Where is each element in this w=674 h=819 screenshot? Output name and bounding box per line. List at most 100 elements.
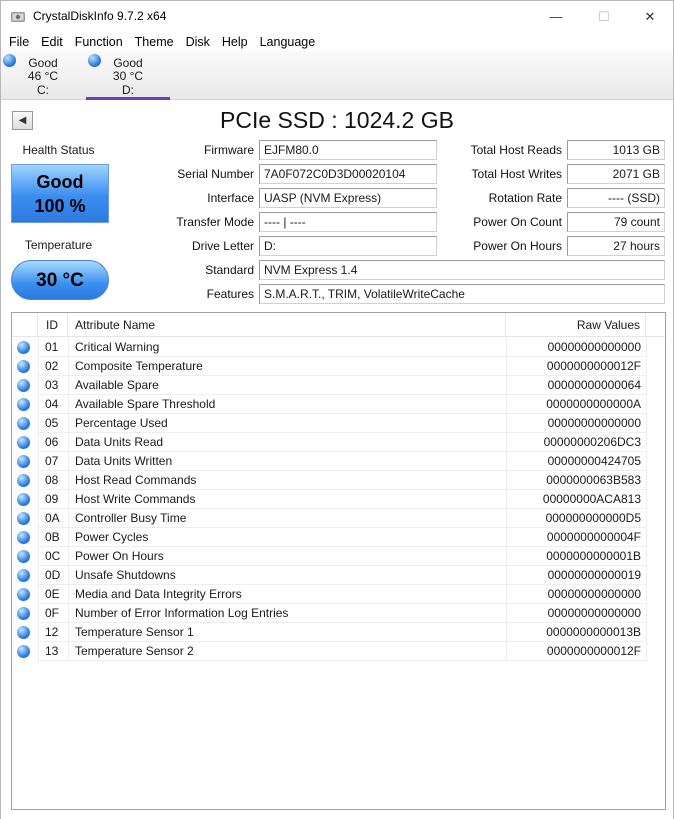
table-row[interactable]: 02 Composite Temperature 0000000000012F — [12, 357, 665, 376]
status-ball-icon — [17, 341, 30, 354]
grid-line — [506, 376, 507, 395]
disk-tab-d[interactable]: Good 30 °C D: — [86, 51, 170, 100]
serial-field: 7A0F072C0D3D00020104 — [259, 164, 437, 184]
table-row[interactable]: 0B Power Cycles 0000000000004F — [12, 528, 665, 547]
menu-bar: File Edit Function Theme Disk Help Langu… — [1, 32, 673, 51]
status-ball-icon — [17, 379, 30, 392]
status-ball-icon — [17, 626, 30, 639]
menu-disk[interactable]: Disk — [180, 32, 216, 51]
table-row[interactable]: 04 Available Spare Threshold 0000000000000… — [12, 395, 665, 414]
table-row[interactable]: 0E Media and Data Integrity Errors 0000000… — [12, 585, 665, 604]
maximize-button[interactable]: ☐ — [581, 1, 627, 32]
total-host-reads-label: Total Host Reads — [470, 143, 562, 157]
menu-edit[interactable]: Edit — [35, 32, 69, 51]
close-button[interactable]: ✕ — [627, 1, 673, 32]
header-attribute-name[interactable]: Attribute Name — [68, 313, 506, 337]
firmware-field: EJFM80.0 — [259, 140, 437, 160]
table-row[interactable]: 0F Number of Error Information Log Entrie… — [12, 604, 665, 623]
grid-line — [506, 547, 507, 566]
header-raw-values[interactable]: Raw Values — [506, 313, 646, 337]
attribute-id: 0D — [45, 568, 61, 582]
attribute-id: 12 — [45, 625, 59, 639]
attribute-name: Data Units Written — [75, 454, 173, 468]
grid-line — [506, 642, 507, 661]
attribute-raw-value: 0000000000013B — [546, 625, 641, 639]
table-row[interactable]: 08 Host Read Commands 0000000063B583 — [12, 471, 665, 490]
grid-line — [506, 357, 507, 376]
transfer-mode-field: ---- | ---- — [259, 212, 437, 232]
interface-label: Interface — [207, 191, 254, 205]
grid-line — [506, 471, 507, 490]
grid-line — [646, 452, 647, 471]
status-ball-icon — [17, 398, 30, 411]
grid-line — [38, 338, 39, 357]
attribute-id: 05 — [45, 416, 59, 430]
health-status-badge[interactable]: Good 100 % — [11, 164, 109, 223]
firmware-label: Firmware — [204, 143, 254, 157]
grid-line — [646, 414, 647, 433]
table-row[interactable]: 09 Host Write Commands 00000000ACA813 — [12, 490, 665, 509]
table-header: ID Attribute Name Raw Values — [12, 313, 665, 337]
attribute-id: 08 — [45, 473, 59, 487]
table-row[interactable]: 0C Power On Hours 0000000000001B — [12, 547, 665, 566]
grid-line — [68, 623, 69, 642]
attribute-name: Temperature Sensor 1 — [75, 625, 194, 639]
grid-line — [38, 471, 39, 490]
grid-line — [646, 642, 647, 661]
transfer-mode-label: Transfer Mode — [176, 215, 254, 229]
table-row[interactable]: 01 Critical Warning 00000000000000 — [12, 338, 665, 357]
grid-line — [646, 376, 647, 395]
grid-line — [68, 376, 69, 395]
health-percent: 100 % — [34, 196, 86, 216]
menu-language[interactable]: Language — [254, 32, 322, 51]
menu-theme[interactable]: Theme — [129, 32, 180, 51]
attribute-raw-value: 0000000000012F — [546, 644, 641, 658]
table-row[interactable]: 0D Unsafe Shutdowns 00000000000019 — [12, 566, 665, 585]
attribute-raw-value: 00000000000000 — [547, 587, 641, 601]
menu-file[interactable]: File — [3, 32, 35, 51]
table-row[interactable]: 05 Percentage Used 00000000000000 — [12, 414, 665, 433]
disk-tab-c[interactable]: Good 46 °C C: — [1, 51, 85, 100]
disk-title: PCIe SSD : 1024.2 GB — [220, 107, 454, 133]
title-bar: CrystalDiskInfo 9.7.2 x64 — ☐ ✕ — [1, 1, 673, 32]
grid-line — [506, 528, 507, 547]
grid-line — [68, 547, 69, 566]
disk-temp: 30 °C — [112, 69, 144, 83]
grid-line — [646, 623, 647, 642]
health-ball-icon — [3, 54, 16, 67]
smart-attributes-table[interactable]: ID Attribute Name Raw Values 01 Critical … — [11, 312, 666, 810]
grid-line — [38, 585, 39, 604]
grid-line — [68, 604, 69, 623]
grid-line — [646, 509, 647, 528]
table-row[interactable]: 0A Controller Busy Time 000000000000D5 — [12, 509, 665, 528]
grid-line — [646, 604, 647, 623]
attribute-name: Unsafe Shutdowns — [75, 568, 176, 582]
grid-line — [646, 528, 647, 547]
grid-line — [38, 452, 39, 471]
attribute-raw-value: 0000000063B583 — [546, 473, 641, 487]
minimize-button[interactable]: — — [533, 1, 579, 32]
table-row[interactable]: 07 Data Units Written 00000000424705 — [12, 452, 665, 471]
table-row[interactable]: 03 Available Spare 00000000000064 — [12, 376, 665, 395]
grid-line — [646, 357, 647, 376]
table-row[interactable]: 06 Data Units Read 00000000206DC3 — [12, 433, 665, 452]
drive-letter-field: D: — [259, 236, 437, 256]
grid-line — [506, 604, 507, 623]
status-ball-icon — [17, 455, 30, 468]
table-row[interactable]: 13 Temperature Sensor 2 0000000000012F — [12, 642, 665, 661]
status-ball-icon — [17, 569, 30, 582]
status-ball-icon — [17, 417, 30, 430]
table-row[interactable]: 12 Temperature Sensor 1 0000000000013B — [12, 623, 665, 642]
grid-line — [68, 395, 69, 414]
header-id[interactable]: ID — [38, 313, 68, 337]
attribute-raw-value: 00000000206DC3 — [543, 435, 641, 449]
menu-help[interactable]: Help — [216, 32, 254, 51]
temperature-badge[interactable]: 30 °C — [11, 260, 109, 300]
grid-line — [68, 585, 69, 604]
attribute-name: Number of Error Information Log Entries — [75, 606, 289, 620]
menu-function[interactable]: Function — [69, 32, 129, 51]
attribute-id: 09 — [45, 492, 59, 506]
status-ball-icon — [17, 550, 30, 563]
grid-line — [506, 623, 507, 642]
attribute-name: Controller Busy Time — [75, 511, 187, 525]
